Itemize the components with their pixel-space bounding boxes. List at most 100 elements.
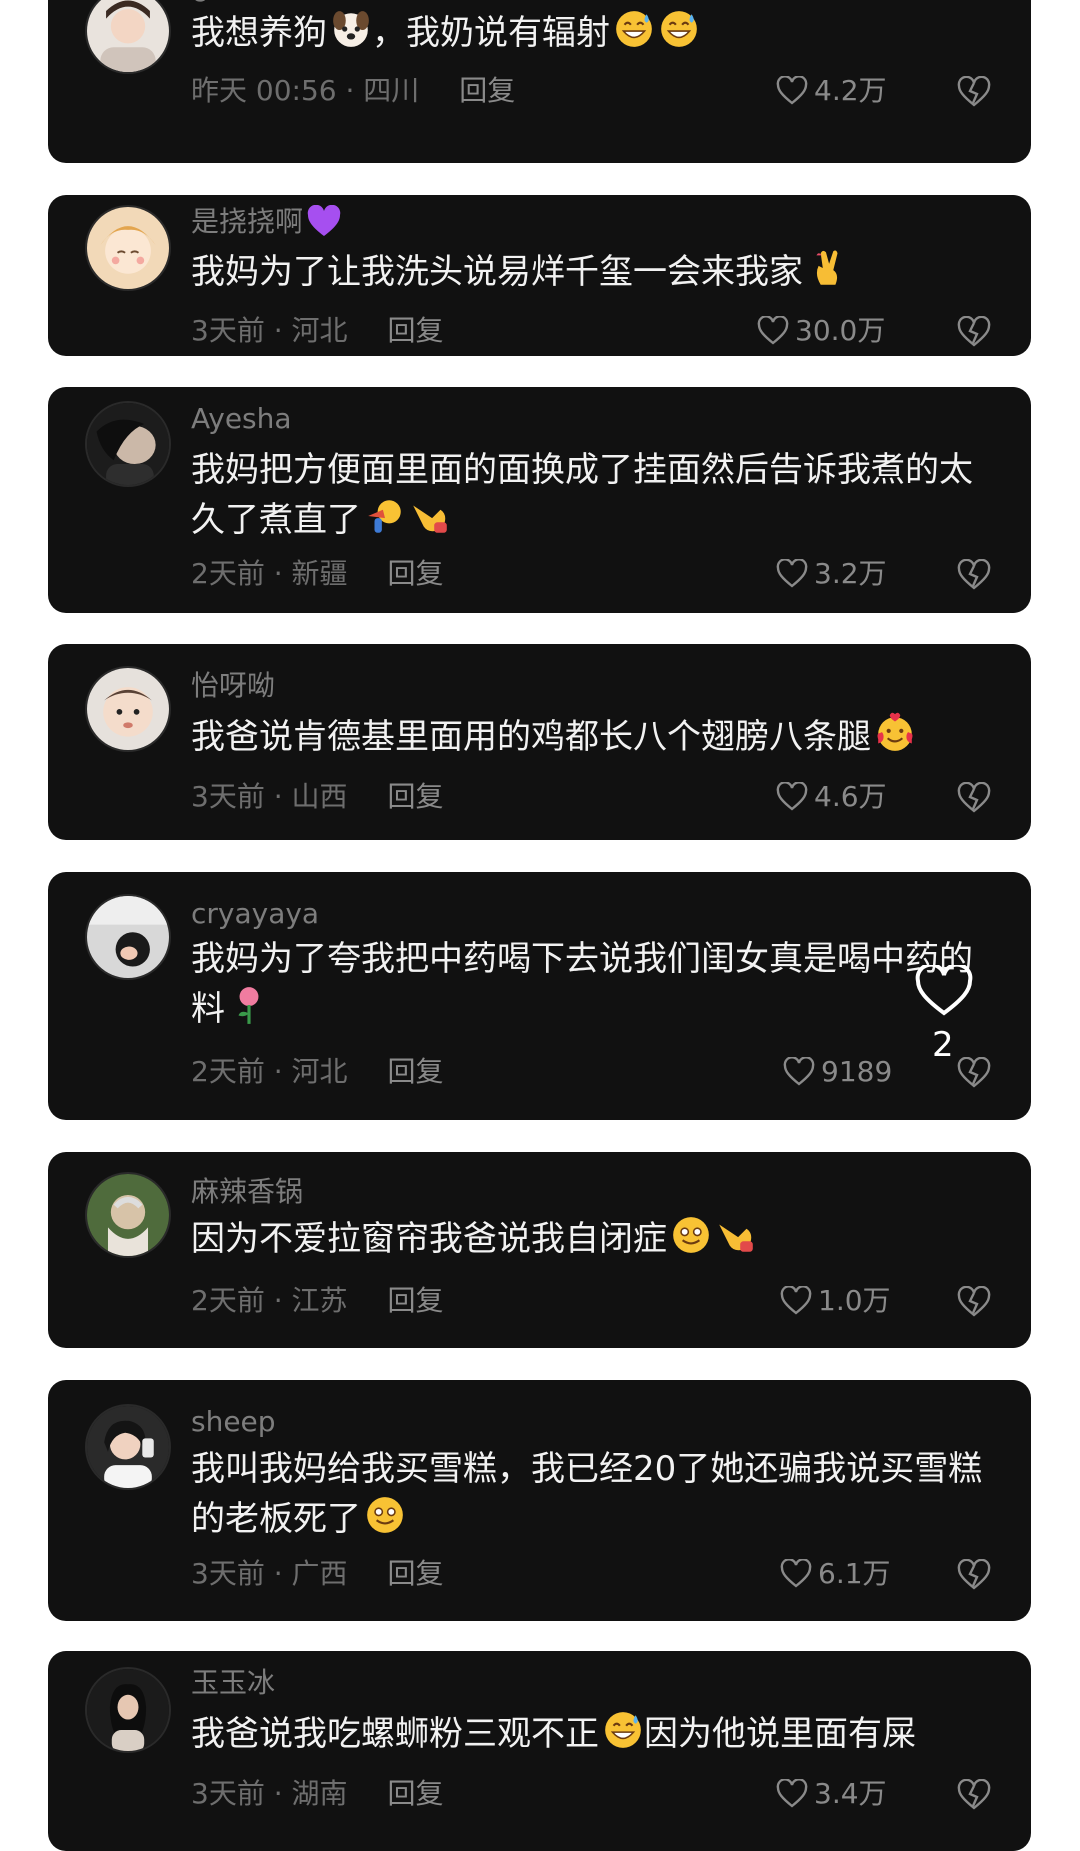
heart-outline-icon [776, 76, 808, 105]
like-button[interactable]: 9189 [783, 1055, 892, 1089]
reply-button[interactable]: 回复 [388, 314, 444, 347]
heart-outline-icon [776, 782, 808, 811]
reply-button[interactable]: 回复 [388, 1284, 444, 1317]
like-button[interactable]: 4.6万 [776, 780, 887, 814]
heart-outline-icon [780, 1559, 812, 1588]
like-count: 4.2万 [814, 74, 887, 107]
comment-card[interactable]: 是挠挠啊 我妈为了让我洗头说易烊千玺一会来我家 3天前 · 河北 回复 30.0万 [48, 195, 1031, 356]
dog-emoji-icon [333, 11, 369, 47]
comment-username[interactable]: 麻辣香锅 [191, 1176, 303, 1208]
like-button[interactable]: 6.1万 [780, 1557, 891, 1591]
smiling-face-hearts-emoji-icon [877, 712, 913, 751]
comment-meta: 昨天 00:56 · 四川 回复 [191, 74, 515, 108]
smile-emoji-icon [367, 1497, 403, 1533]
floating-like-count: 2 [932, 1025, 954, 1065]
reply-button[interactable]: 回复 [388, 780, 444, 813]
comment-username[interactable]: c [191, 0, 206, 8]
comment-time-location: 3天前 · 山西 [191, 780, 348, 813]
comment-meta: 2天前 · 江苏 回复 [191, 1284, 444, 1318]
comment-meta: 3天前 · 湖南 回复 [191, 1777, 444, 1811]
like-button[interactable]: 30.0万 [757, 314, 885, 348]
broken-heart-icon[interactable] [957, 1286, 991, 1318]
like-count: 1.0万 [818, 1284, 891, 1317]
like-count: 3.4万 [814, 1777, 887, 1810]
heart-outline-icon [780, 1286, 812, 1315]
grin-sweat-emoji-icon [616, 11, 652, 47]
heart-outline-icon [783, 1057, 815, 1086]
comment-username[interactable]: Ayesha [191, 403, 292, 435]
comment-card[interactable]: 麻辣香锅 因为不爱拉窗帘我爸说我自闭症 2天前 · 江苏 回复 1.0万 [48, 1152, 1031, 1348]
avatar[interactable] [85, 894, 171, 980]
like-button[interactable]: 1.0万 [780, 1284, 891, 1318]
purple-heart-icon [307, 205, 341, 236]
comment-time-location: 3天前 · 河北 [191, 314, 348, 347]
broken-heart-icon[interactable] [957, 1057, 991, 1089]
comment-time-location: 2天前 · 新疆 [191, 557, 348, 590]
reply-button[interactable]: 回复 [388, 1055, 444, 1088]
heart-outline-icon[interactable] [915, 965, 973, 1017]
comment-time-location: 3天前 · 广西 [191, 1557, 348, 1590]
reply-button[interactable]: 回复 [388, 1557, 444, 1590]
comment-time-location: 2天前 · 江苏 [191, 1284, 348, 1317]
broken-heart-icon[interactable] [957, 76, 991, 108]
comment-time-location: 2天前 · 河北 [191, 1055, 348, 1088]
comment-text: 我爸说我吃螺蛳粉三观不正 因为他说里面有屎 [191, 1709, 991, 1759]
avatar[interactable] [85, 1667, 171, 1753]
grin-sweat-emoji-icon [605, 1712, 641, 1748]
reply-button[interactable]: 回复 [388, 557, 444, 590]
avatar[interactable] [85, 401, 171, 487]
reply-button[interactable]: 回复 [388, 1777, 444, 1810]
pointing-hand-emoji-icon [413, 505, 447, 533]
comment-meta: 3天前 · 河北 回复 [191, 314, 444, 348]
like-count: 6.1万 [818, 1557, 891, 1590]
hair-dryer-emoji-icon [368, 500, 401, 533]
avatar[interactable] [85, 0, 171, 74]
comment-meta: 2天前 · 河北 回复 [191, 1055, 444, 1089]
comment-card[interactable]: Ayesha 我妈把方便面里面的面换成了挂面然后告诉我煮的太久了煮直了 2天前 … [48, 387, 1031, 613]
broken-heart-icon[interactable] [957, 316, 991, 348]
comment-text: 我妈为了夸我把中药喝下去说我们闺女真是喝中药的料 [191, 939, 973, 1029]
avatar[interactable] [85, 1172, 171, 1258]
broken-heart-icon[interactable] [957, 1559, 991, 1591]
broken-heart-icon[interactable] [957, 782, 991, 814]
like-count: 4.6万 [814, 780, 887, 813]
comment-username[interactable]: 玉玉冰 [191, 1667, 275, 1699]
avatar[interactable] [85, 205, 171, 291]
like-count: 3.2万 [814, 557, 887, 590]
like-button[interactable]: 3.4万 [776, 1777, 887, 1811]
comment-time-location: 3天前 · 湖南 [191, 1777, 348, 1810]
heart-outline-icon [776, 559, 808, 588]
broken-heart-icon[interactable] [957, 1779, 991, 1811]
comment-time-location: 昨天 00:56 · 四川 [191, 74, 420, 107]
like-count: 9189 [821, 1055, 893, 1088]
like-button[interactable]: 3.2万 [776, 557, 887, 591]
comment-text: 我妈为了让我洗头说易烊千玺一会来我家 [191, 247, 991, 297]
reply-button[interactable]: 回复 [459, 74, 515, 107]
comment-username[interactable]: 怡呀呦 [191, 670, 275, 702]
like-count: 30.0万 [795, 314, 886, 347]
comment-card[interactable]: 怡呀呦 我爸说肯德基里面用的鸡都长八个翅膀八条腿 3天前 · 山西 回复 4.6万 [48, 644, 1031, 840]
pointing-hand-emoji-icon [719, 1224, 753, 1252]
avatar[interactable] [85, 1404, 171, 1490]
comment-card[interactable]: c 我想养狗，我奶说有辐射 昨天 00:56 · 四川 回复 4.2万 [48, 0, 1031, 163]
comment-text: 我叫我妈给我买雪糕，我已经20了她还骗我说买雪糕的老板死了 [191, 1449, 983, 1539]
rose-emoji-icon [238, 987, 259, 1024]
comment-text: 我爸说肯德基里面用的鸡都长八个翅膀八条腿 [191, 712, 991, 762]
comment-meta: 3天前 · 山西 回复 [191, 780, 444, 814]
comment-text: 我想养狗 ，我奶说有辐射 [191, 8, 991, 58]
like-button[interactable]: 4.2万 [776, 74, 887, 108]
comment-username[interactable]: sheep [191, 1406, 276, 1438]
comment-text: 我妈把方便面里面的面换成了挂面然后告诉我煮的太久了煮直了 [191, 450, 973, 540]
comment-username[interactable]: cryayaya [191, 898, 319, 930]
comment-text: 因为不爱拉窗帘我爸说我自闭症 [191, 1214, 991, 1264]
broken-heart-icon[interactable] [957, 559, 991, 591]
comment-username[interactable]: 是挠挠啊 [191, 205, 342, 239]
comment-card[interactable]: sheep 我叫我妈给我买雪糕，我已经20了她还骗我说买雪糕的老板死了 3天前 … [48, 1380, 1031, 1621]
comment-card[interactable]: cryayaya 我妈为了夸我把中药喝下去说我们闺女真是喝中药的料 2天前 · … [48, 872, 1031, 1120]
heart-outline-icon [776, 1779, 808, 1808]
grin-sweat-emoji-icon [661, 11, 697, 47]
avatar[interactable] [85, 666, 171, 752]
comment-meta: 2天前 · 新疆 回复 [191, 557, 444, 591]
crossed-fingers-emoji-icon [816, 250, 838, 285]
comment-card[interactable]: 玉玉冰 我爸说我吃螺蛳粉三观不正 因为他说里面有屎 3天前 · 湖南 回复 3.4万 [48, 1651, 1031, 1851]
